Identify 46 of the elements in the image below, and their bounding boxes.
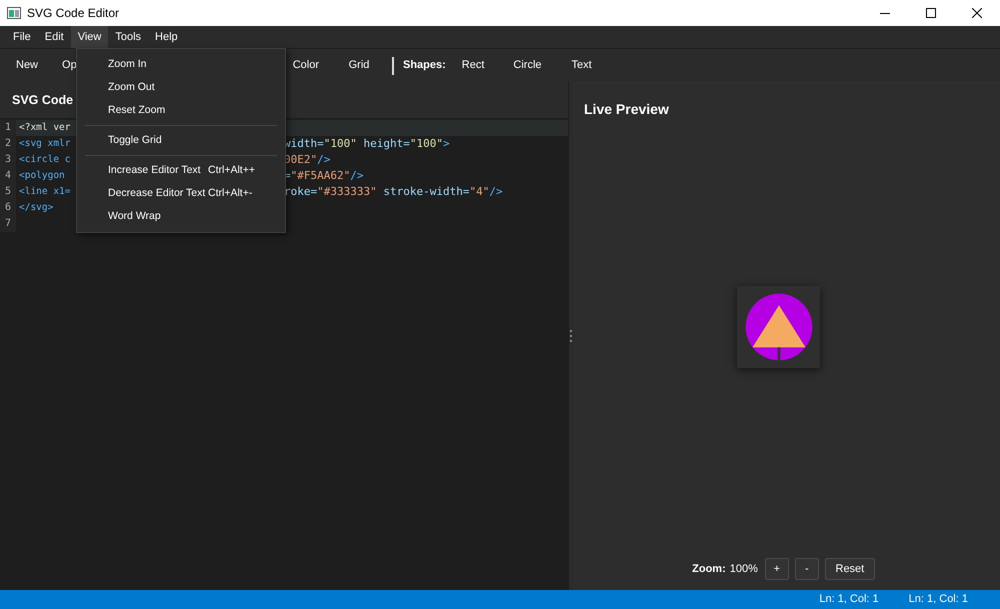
menu-item[interactable]: Edit (38, 26, 71, 48)
line-number: 1 (0, 120, 16, 136)
line-number: 7 (0, 216, 16, 232)
toolbar-button[interactable]: Circle (503, 52, 552, 78)
toolbar-button[interactable]: New (6, 52, 48, 78)
menu-entry[interactable]: Toggle Grid (77, 129, 285, 152)
code-line: </svg> (19, 202, 54, 213)
menu-item[interactable]: Tools (108, 26, 148, 48)
line-number: 6 (0, 200, 16, 216)
code-line: <polygon (19, 170, 65, 181)
circle-triangle-drawing (744, 293, 812, 361)
line-number: 4 (0, 168, 16, 184)
minimize-icon (880, 12, 890, 14)
toolbar-label: Shapes: (402, 58, 447, 74)
toolbar-button[interactable]: Grid (338, 52, 380, 78)
menu-item[interactable]: View (70, 26, 108, 48)
toolbar-button[interactable]: Rect (452, 52, 494, 78)
menu-item[interactable]: Help (148, 26, 185, 48)
toolbar-button[interactable]: Color (282, 52, 329, 78)
menu-entry[interactable]: Increase Editor Text Ctrl+Alt++ (77, 159, 285, 182)
line-number: 2 (0, 136, 16, 152)
zoom-value: 100% (730, 562, 758, 577)
toolbar-button[interactable]: Text (560, 52, 603, 78)
code-line: <line x1= (19, 186, 70, 197)
menu-item[interactable]: File (6, 26, 38, 48)
window-title: SVG Code Editor (27, 5, 120, 22)
code-line: <circle c (19, 154, 70, 165)
maximize-icon (926, 8, 936, 18)
code-line: <?xml ver (19, 122, 70, 133)
menu-entry[interactable]: Word Wrap (77, 205, 285, 228)
menu-entry[interactable]: Zoom Out (77, 76, 285, 99)
zoom-button[interactable]: Reset (824, 558, 875, 580)
app-icon (7, 7, 21, 19)
pane-title: Live Preview (584, 100, 669, 119)
code-line: <svg xmlr (19, 138, 70, 149)
menu-entry[interactable]: Decrease Editor Text Ctrl+Alt+- (77, 182, 285, 205)
zoom-label: Zoom: (692, 562, 726, 577)
zoom-button[interactable]: - (794, 558, 819, 580)
pane-title: SVG Code (12, 92, 74, 109)
zoom-button[interactable]: + (764, 558, 789, 580)
close-icon (972, 8, 982, 18)
code-line: roke="#333333" stroke-width="4"/> (284, 184, 503, 200)
cursor-position: Ln: 1, Col: 1 (819, 592, 879, 608)
line-number: 5 (0, 184, 16, 200)
cursor-position: Ln: 1, Col: 1 (908, 592, 968, 608)
line-number: 3 (0, 152, 16, 168)
